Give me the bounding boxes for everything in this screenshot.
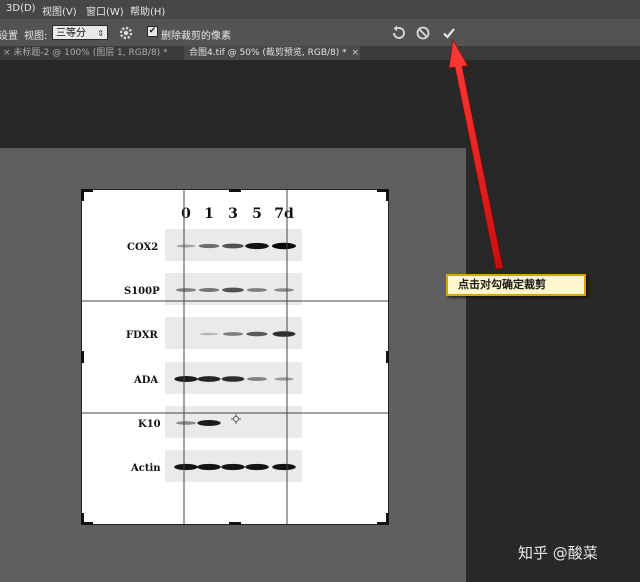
annotation-text: 点击对勾确定裁剪 <box>458 278 546 291</box>
annotation-callout: 点击对勾确定裁剪 <box>446 274 586 296</box>
red-arrow-shape <box>448 39 504 270</box>
watermark: 知乎 @酸菜 <box>518 544 598 562</box>
